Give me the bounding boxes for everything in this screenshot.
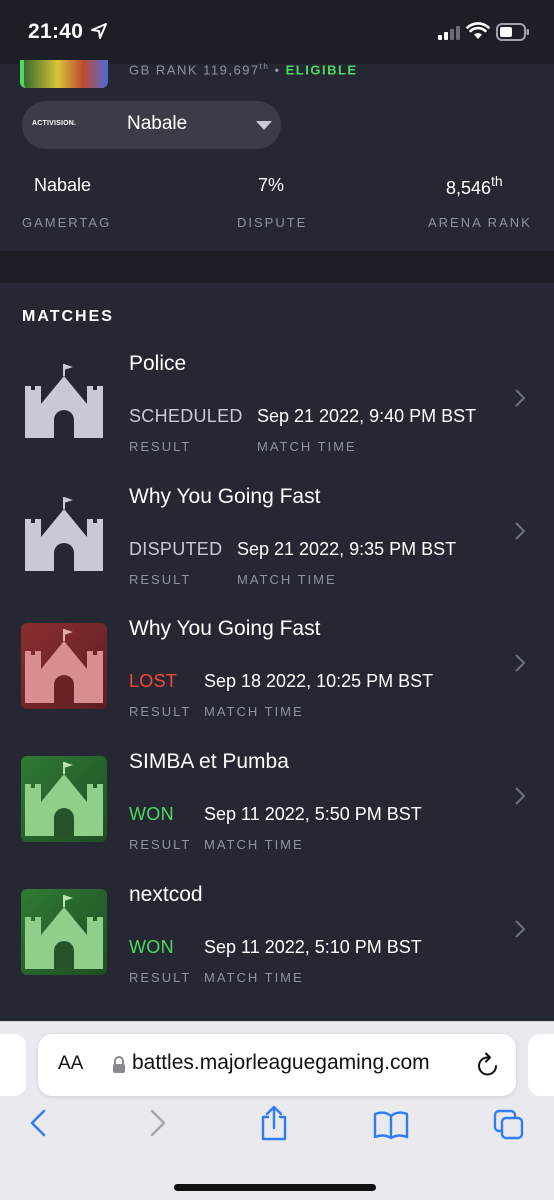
address-bar[interactable]: AA battles.majorleaguegaming.com <box>38 1034 516 1096</box>
url-text: battles.majorleaguegaming.com <box>132 1051 430 1074</box>
match-time-label: MATCH TIME <box>204 970 304 985</box>
match-row[interactable]: Police SCHEDULED Sep 21 2022, 9:40 PM BS… <box>0 338 554 470</box>
matches-heading: MATCHES <box>22 308 114 325</box>
rank-line: GB RANK 119,697th • ELIGIBLE <box>129 62 358 77</box>
castle-icon <box>21 623 107 709</box>
eligible-badge: ELIGIBLE <box>285 62 358 78</box>
page-settings-button[interactable]: AA <box>58 1053 83 1075</box>
gb-rank-text: GB RANK 119,697 <box>129 62 260 78</box>
match-result: WON <box>129 804 174 824</box>
castle-icon <box>21 756 107 842</box>
match-row[interactable]: Why You Going Fast DISPUTED Sep 21 2022,… <box>0 471 554 603</box>
gamertag-value: Nabale <box>34 175 92 195</box>
match-result: DISPUTED <box>129 539 223 559</box>
chevron-right-icon <box>515 920 526 938</box>
match-row[interactable]: nextcod WON Sep 11 2022, 5:10 PM BST RES… <box>0 869 554 1001</box>
battery-icon <box>496 23 529 41</box>
match-result: WON <box>129 937 174 957</box>
match-time: Sep 11 2022, 5:10 PM BST <box>204 937 422 957</box>
match-title: Why You Going Fast <box>129 485 321 508</box>
match-result: LOST <box>129 671 178 691</box>
section-gap <box>0 251 554 283</box>
previous-tab-preview[interactable] <box>0 1034 26 1096</box>
gamertag-label: GAMERTAG <box>22 215 112 230</box>
match-time-label: MATCH TIME <box>204 704 304 719</box>
platform-account-name: Nabale <box>127 113 188 134</box>
match-title: nextcod <box>129 883 203 906</box>
match-title: SIMBA et Pumba <box>129 750 289 773</box>
match-time: Sep 18 2022, 10:25 PM BST <box>204 671 434 691</box>
result-label: RESULT <box>129 572 192 587</box>
arena-rank-value: 8,546th <box>446 173 503 199</box>
reload-icon[interactable] <box>476 1052 500 1078</box>
match-time-label: MATCH TIME <box>237 572 337 587</box>
location-arrow-icon <box>91 23 107 39</box>
next-tab-preview[interactable] <box>528 1034 554 1096</box>
matches-panel: MATCHES Police SCHEDULED Sep 21 2022, 9:… <box>0 283 554 1023</box>
tabs-icon[interactable] <box>492 1108 526 1142</box>
chevron-right-icon <box>515 654 526 672</box>
arena-rank-label: ARENA RANK <box>428 215 532 230</box>
arena-rank-suffix: th <box>491 173 503 189</box>
chevron-right-icon <box>515 389 526 407</box>
gb-rank-suffix: th <box>259 62 270 71</box>
status-bar: 21:40 <box>0 0 554 64</box>
forward-chevron-icon[interactable] <box>148 1108 168 1138</box>
bookmarks-icon[interactable] <box>373 1110 409 1140</box>
dispute-value: 7% <box>258 175 285 195</box>
dispute-label: DISPUTE <box>237 215 308 230</box>
chevron-right-icon <box>515 787 526 805</box>
activision-logo: ACTIVISION. <box>32 120 77 127</box>
result-label: RESULT <box>129 439 192 454</box>
castle-icon <box>21 358 107 444</box>
lock-icon <box>113 1056 125 1073</box>
match-title: Why You Going Fast <box>129 617 321 640</box>
match-time: Sep 21 2022, 9:40 PM BST <box>257 406 477 426</box>
castle-icon <box>21 889 107 975</box>
match-time-label: MATCH TIME <box>204 837 304 852</box>
arena-rank-number: 8,546 <box>446 178 492 198</box>
result-label: RESULT <box>129 704 192 719</box>
team-thumbnail[interactable] <box>20 60 108 88</box>
status-time: 21:40 <box>28 20 84 43</box>
match-title: Police <box>129 352 187 375</box>
match-time: Sep 11 2022, 5:50 PM BST <box>204 804 422 824</box>
chevron-right-icon <box>515 522 526 540</box>
share-icon[interactable] <box>259 1104 289 1142</box>
profile-card: GB RANK 119,697th • ELIGIBLE ACTIVISION.… <box>0 60 554 251</box>
castle-icon <box>21 491 107 577</box>
result-label: RESULT <box>129 837 192 852</box>
result-label: RESULT <box>129 970 192 985</box>
match-time: Sep 21 2022, 9:35 PM BST <box>237 539 457 559</box>
match-row[interactable]: SIMBA et Pumba WON Sep 11 2022, 5:50 PM … <box>0 736 554 868</box>
rank-separator: • <box>274 62 281 78</box>
match-result: SCHEDULED <box>129 406 243 426</box>
home-indicator[interactable] <box>174 1184 376 1191</box>
back-chevron-icon[interactable] <box>28 1108 48 1138</box>
wifi-icon <box>466 22 490 39</box>
cellular-signal-icon <box>438 26 460 40</box>
caret-down-icon <box>256 121 272 130</box>
match-row[interactable]: Why You Going Fast LOST Sep 18 2022, 10:… <box>0 603 554 735</box>
match-time-label: MATCH TIME <box>257 439 357 454</box>
platform-account-select[interactable]: ACTIVISION. Nabale <box>22 101 281 149</box>
